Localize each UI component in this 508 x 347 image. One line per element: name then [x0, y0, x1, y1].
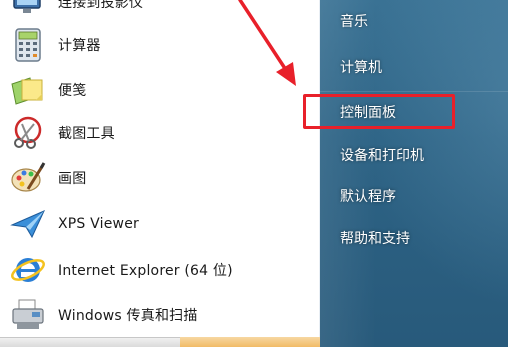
calculator-icon [8, 27, 48, 63]
paint-icon [8, 160, 48, 196]
program-item-calculator[interactable]: 计算器 [4, 25, 316, 65]
start-menu: 连接到投影仪 计算器 便笺 截图工具 画图 XPS Viewer Interne… [0, 0, 508, 347]
right-links-pane: 音乐 计算机 控制面板 设备和打印机 默认程序 帮助和支持 [320, 0, 508, 347]
link-default-programs[interactable]: 默认程序 [320, 181, 508, 211]
sticky-notes-icon [8, 72, 48, 108]
program-label: XPS Viewer [58, 216, 139, 232]
fax-scan-icon [8, 297, 48, 333]
selected-item-edge [0, 337, 320, 347]
link-devices-printers[interactable]: 设备和打印机 [320, 140, 508, 170]
link-computer[interactable]: 计算机 [320, 52, 508, 82]
program-label: 连接到投影仪 [58, 0, 144, 11]
snipping-tool-icon [8, 115, 48, 151]
program-item-fax-scan[interactable]: Windows 传真和扫描 [4, 295, 316, 335]
program-label: 便笺 [58, 83, 87, 99]
program-item-internet-explorer[interactable]: Internet Explorer (64 位) [4, 250, 316, 290]
link-help-support[interactable]: 帮助和支持 [320, 223, 508, 253]
link-music[interactable]: 音乐 [320, 6, 508, 36]
program-item-paint[interactable]: 画图 [4, 158, 316, 198]
program-label: Internet Explorer (64 位) [58, 263, 233, 279]
program-item-xps-viewer[interactable]: XPS Viewer [4, 204, 316, 244]
selection-highlight [180, 337, 320, 347]
program-label: 计算器 [58, 38, 101, 54]
program-label: Windows 传真和扫描 [58, 308, 198, 324]
projector-icon [8, 0, 48, 20]
program-item-snipping-tool[interactable]: 截图工具 [4, 113, 316, 153]
program-list: 连接到投影仪 计算器 便笺 截图工具 画图 XPS Viewer Interne… [0, 0, 321, 347]
xps-viewer-icon [8, 206, 48, 242]
link-control-panel[interactable]: 控制面板 [320, 97, 508, 127]
program-item-projector[interactable]: 连接到投影仪 [4, 0, 316, 22]
right-divider [320, 91, 508, 92]
program-label: 画图 [58, 171, 87, 187]
internet-explorer-icon [8, 252, 48, 288]
program-label: 截图工具 [58, 126, 115, 142]
program-item-sticky-notes[interactable]: 便笺 [4, 70, 316, 110]
